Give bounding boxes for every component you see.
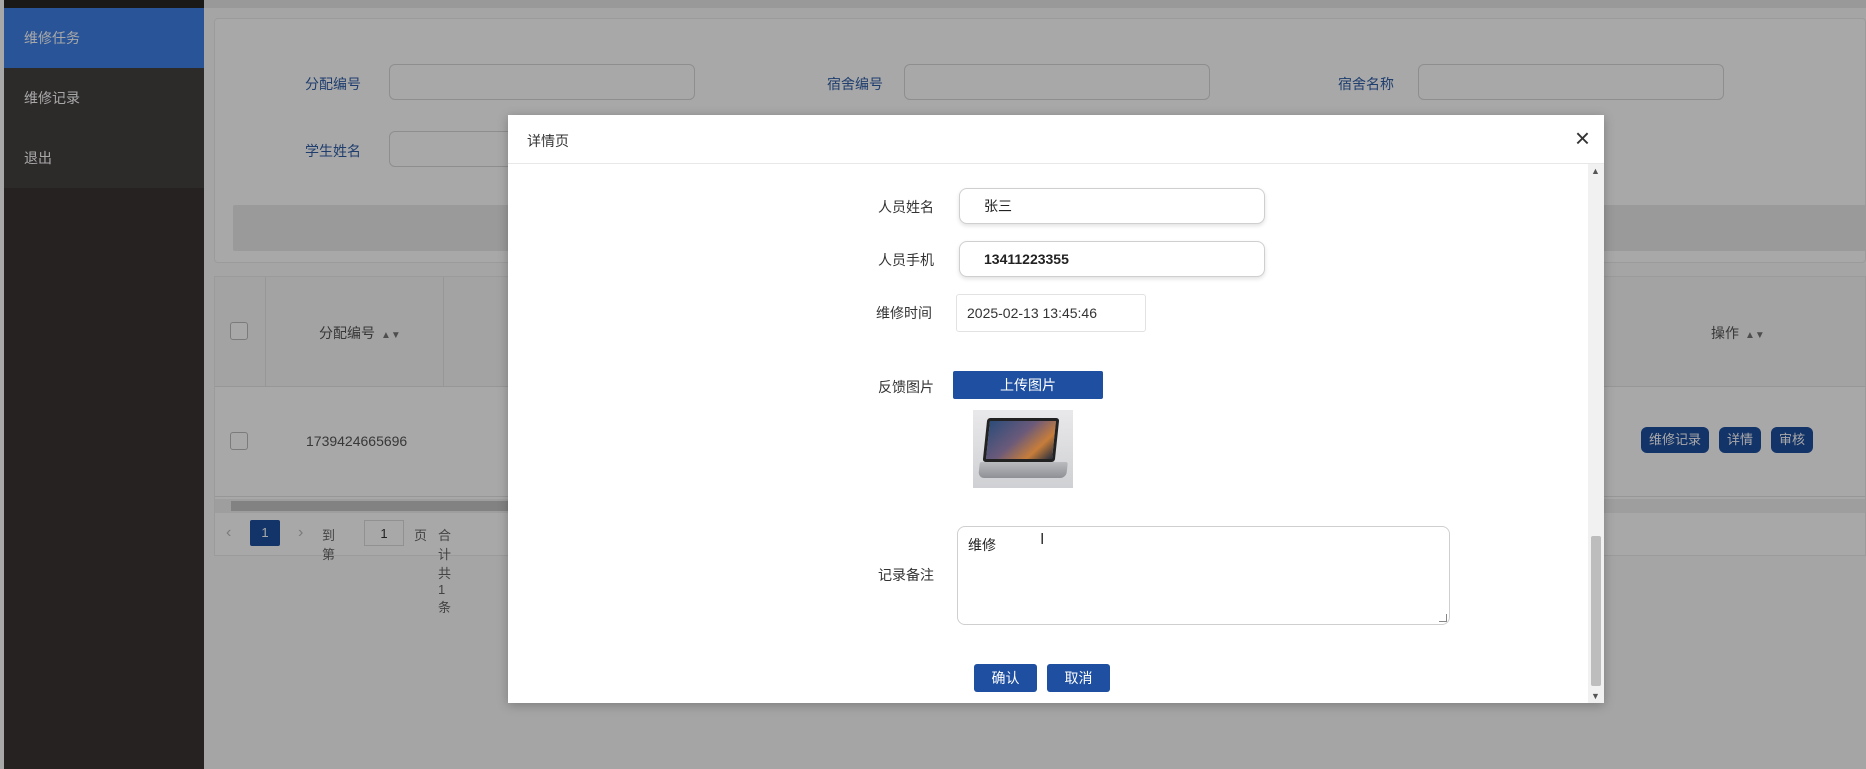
repair-time-field[interactable]: 2025-02-13 13:45:46 xyxy=(956,294,1146,332)
modal-header: 详情页 × xyxy=(508,115,1604,164)
phone-label: 人员手机 xyxy=(878,252,934,268)
feedback-image-thumbnail[interactable] xyxy=(973,410,1073,488)
phone-field[interactable]: 13411223355 xyxy=(959,241,1265,277)
remark-label: 记录备注 xyxy=(878,567,934,583)
remark-text: 维修 xyxy=(968,537,996,553)
confirm-button[interactable]: 确认 xyxy=(974,664,1037,692)
modal-body: 人员姓名 张三 人员手机 13411223355 维修时间 2025-02-13… xyxy=(508,164,1588,703)
laptop-base xyxy=(978,462,1068,478)
scrollbar-thumb[interactable] xyxy=(1591,536,1601,686)
image-label: 反馈图片 xyxy=(878,379,934,395)
time-label: 维修时间 xyxy=(876,305,932,321)
name-label: 人员姓名 xyxy=(878,199,934,215)
scroll-down-icon[interactable]: ▼ xyxy=(1591,691,1600,701)
resize-grip-icon[interactable] xyxy=(1439,614,1447,622)
modal-title: 详情页 xyxy=(527,133,569,149)
laptop-screen xyxy=(982,418,1060,462)
vertical-scrollbar[interactable]: ▲ ▼ xyxy=(1588,164,1604,703)
text-cursor-icon: I xyxy=(1040,531,1045,548)
upload-image-button[interactable]: 上传图片 xyxy=(953,371,1103,399)
detail-modal: 详情页 × 人员姓名 张三 人员手机 13411223355 维修时间 2025… xyxy=(508,115,1604,703)
close-icon[interactable]: × xyxy=(1575,123,1590,153)
cancel-button[interactable]: 取消 xyxy=(1047,664,1110,692)
remark-textarea[interactable]: 维修 xyxy=(957,526,1450,625)
name-field[interactable]: 张三 xyxy=(959,188,1265,224)
scroll-up-icon[interactable]: ▲ xyxy=(1591,166,1600,176)
